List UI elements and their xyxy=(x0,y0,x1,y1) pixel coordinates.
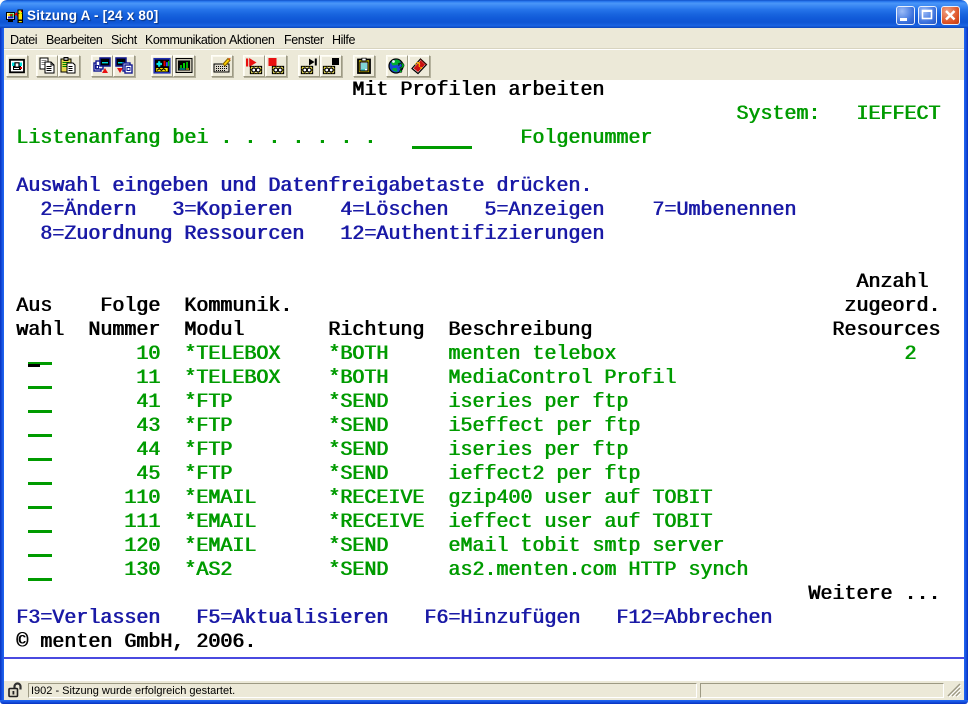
svg-text:?: ? xyxy=(398,61,406,76)
